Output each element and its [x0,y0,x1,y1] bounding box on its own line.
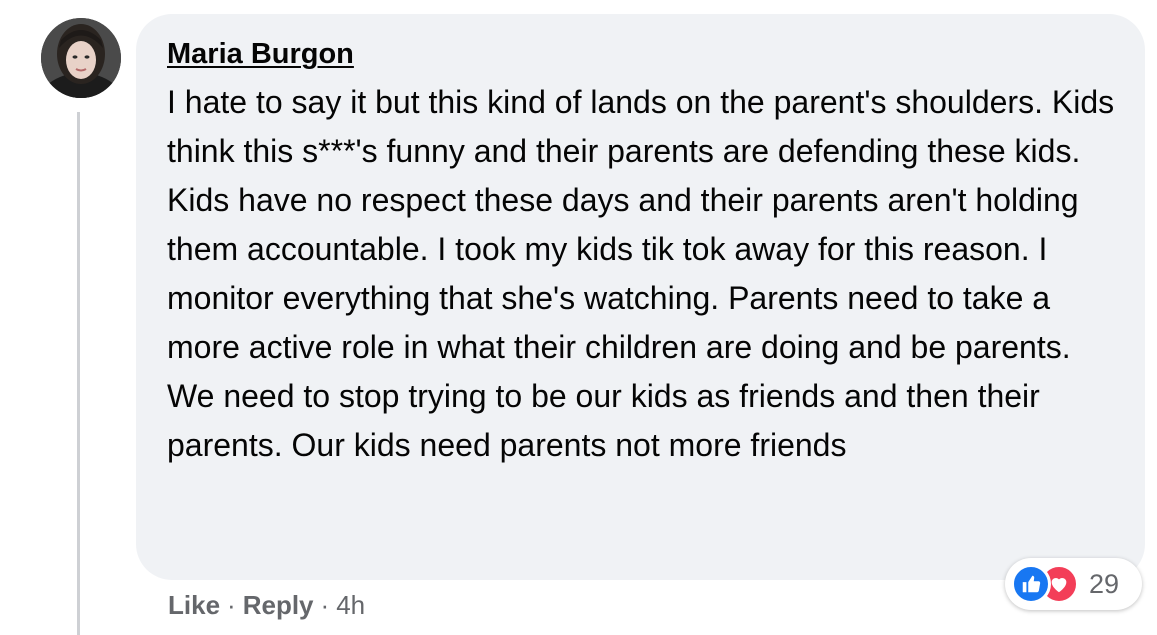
like-icon [1011,564,1051,604]
separator: · [320,590,330,620]
thread-line [77,112,80,635]
separator: · [227,590,236,620]
like-button[interactable]: Like [168,588,220,622]
comment-actions: Like · Reply · 4h [168,588,365,622]
reaction-count: 29 [1089,568,1120,599]
reply-button[interactable]: Reply [243,588,314,622]
avatar[interactable] [41,18,121,98]
comment-timestamp[interactable]: 4h [336,588,365,622]
comment-text: I hate to say it but this kind of lands … [167,84,1115,463]
comment-bubble: Maria Burgon I hate to say it but this k… [136,14,1145,580]
reactions-summary[interactable]: 29 [1005,558,1142,610]
avatar-image [41,18,121,98]
comment-author[interactable]: Maria Burgon [167,36,354,72]
